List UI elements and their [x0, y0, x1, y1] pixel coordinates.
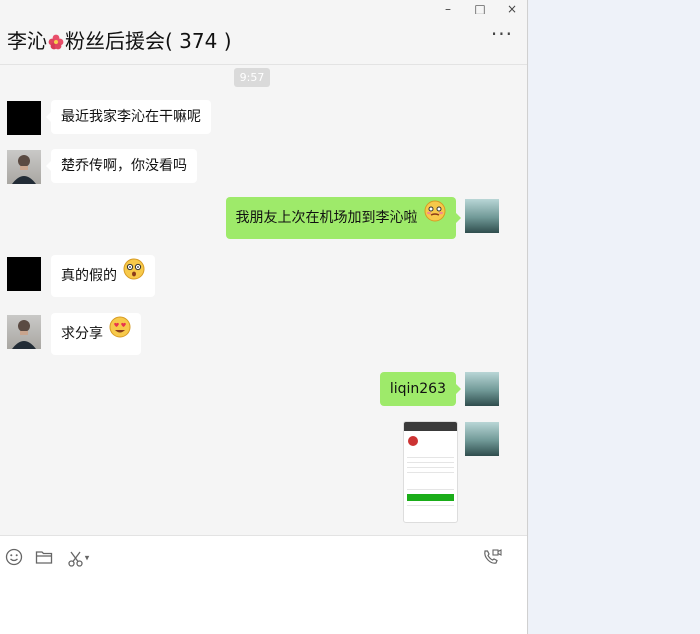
input-toolbar: ▾ — [0, 535, 527, 634]
chat-title: 李沁 粉丝后援会( 374 ) — [7, 25, 232, 54]
avatar[interactable] — [7, 101, 41, 135]
shocked-emoji-icon — [123, 255, 145, 297]
avatar[interactable] — [465, 422, 499, 456]
person-icon — [12, 320, 36, 349]
awkward-emoji-icon — [424, 197, 446, 239]
message-text: 求分享 — [61, 326, 103, 342]
thumbnail-topbar — [404, 422, 457, 431]
chevron-down-icon[interactable]: ▾ — [85, 554, 90, 564]
video-call-icon[interactable] — [482, 548, 502, 568]
person-icon — [12, 155, 36, 184]
member-count: ( 374 ) — [165, 29, 232, 53]
message-bubble: 我朋友上次在机场加到李沁啦 — [225, 197, 461, 239]
timestamp: 9:57 — [234, 68, 270, 87]
thumbnail-avatar — [408, 436, 418, 446]
screenshot-thumbnail[interactable] — [403, 421, 458, 523]
desktop-background — [529, 0, 700, 634]
thumbnail-row — [407, 467, 454, 468]
thumbnail-row — [407, 489, 454, 490]
emoji-icon[interactable] — [4, 548, 24, 568]
message-bubble: 求分享 — [51, 313, 142, 355]
avatar[interactable] — [465, 372, 499, 406]
chat-window: – □ × 李沁 粉丝后援会( 374 ) ··· 9:57 最近我家李沁在干嘛呢… — [0, 0, 528, 634]
thumbnail-button — [407, 494, 454, 501]
scissors-icon[interactable]: ▾ — [64, 548, 92, 568]
message-bubble: liqin263 — [379, 372, 462, 406]
avatar[interactable] — [465, 199, 499, 233]
message-text: 真的假的 — [61, 268, 117, 284]
avatar[interactable] — [7, 315, 41, 349]
avatar[interactable] — [7, 150, 41, 184]
more-options-button[interactable]: ··· — [491, 22, 513, 46]
bubble-tail — [456, 213, 461, 223]
thumbnail-row — [407, 472, 454, 473]
message-text: 我朋友上次在机场加到李沁啦 — [235, 210, 418, 226]
title-group: 粉丝后援会 — [65, 29, 165, 53]
thumbnail-row — [407, 505, 454, 506]
avatar[interactable] — [7, 257, 41, 291]
flower-icon — [47, 32, 65, 50]
title-name: 李沁 — [7, 29, 47, 53]
message-bubble: 最近我家李沁在干嘛呢 — [46, 100, 211, 134]
folder-icon[interactable] — [34, 548, 54, 568]
thumbnail-row — [407, 462, 454, 463]
message-bubble: 真的假的 — [51, 255, 156, 297]
heart-eyes-emoji-icon — [109, 313, 131, 355]
chat-header: 李沁 粉丝后援会( 374 ) ··· — [0, 14, 527, 65]
thumbnail-row — [407, 457, 454, 458]
message-bubble: 楚乔传啊，你没看吗 — [46, 149, 197, 183]
